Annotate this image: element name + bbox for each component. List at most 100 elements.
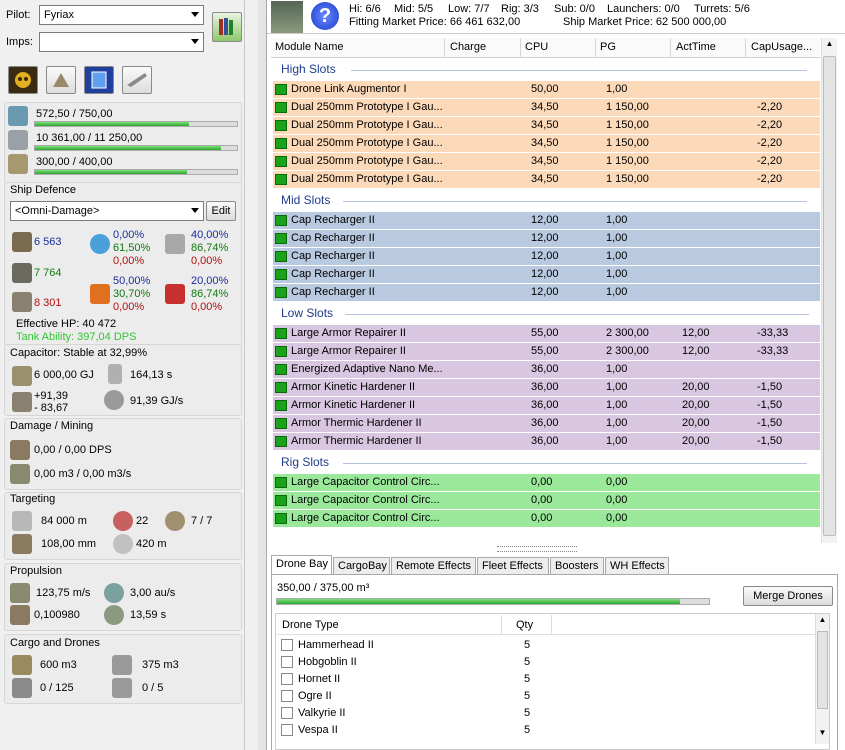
damage-profile-select[interactable]: <Omni-Damage> [10, 201, 204, 221]
module-row[interactable]: Cap Recharger II 12,00 1,00 [273, 212, 820, 229]
module-row[interactable]: Energized Adaptive Nano Me... 36,00 1,00 [273, 361, 820, 378]
module-row[interactable]: Cap Recharger II 12,00 1,00 [273, 266, 820, 283]
capacitor-title: Capacitor: Stable at 32,99% [10, 347, 147, 359]
module-row[interactable]: Large Capacitor Control Circ... 0,00 0,00 [273, 492, 820, 509]
ship-browser-button[interactable] [122, 66, 152, 94]
cap-delta-minus: - 83,67 [34, 402, 69, 414]
drone-skills-button[interactable] [46, 66, 76, 94]
module-state-icon[interactable] [275, 418, 287, 429]
drone-row[interactable]: Hammerhead II 5 [275, 637, 805, 654]
module-row[interactable]: Dual 250mm Prototype I Gau... 34,50 1 150,… [273, 99, 820, 116]
col-pg[interactable]: PG [600, 41, 616, 53]
module-state-icon[interactable] [275, 233, 287, 244]
drone-checkbox[interactable] [281, 639, 293, 651]
module-state-icon[interactable] [275, 269, 287, 280]
module-state-icon[interactable] [275, 156, 287, 167]
scroll-thumb[interactable] [823, 56, 836, 536]
module-row[interactable]: Armor Kinetic Hardener II 36,00 1,00 20,00 -… [273, 379, 820, 396]
col-drone-type[interactable]: Drone Type [282, 619, 339, 631]
module-row[interactable]: Large Capacitor Control Circ... 0,00 0,00 [273, 510, 820, 527]
module-state-icon[interactable] [275, 495, 287, 506]
drone-qty: 5 [524, 656, 531, 668]
module-state-icon[interactable] [275, 346, 287, 357]
tab-remote-effects[interactable]: Remote Effects [391, 557, 476, 575]
module-row[interactable]: Dual 250mm Prototype I Gau... 34,50 1 150,… [273, 135, 820, 152]
tab-wh-effects[interactable]: WH Effects [605, 557, 669, 575]
drones-active-icon [112, 678, 132, 698]
module-state-icon[interactable] [275, 120, 287, 131]
pilot-skills-button[interactable] [8, 66, 38, 94]
cap-capacity: 6 000,00 GJ [34, 369, 94, 381]
splitter[interactable] [258, 0, 266, 750]
module-row[interactable]: Dual 250mm Prototype I Gau... 34,50 1 150,… [273, 153, 820, 170]
scroll-up-icon[interactable]: ▲ [816, 615, 829, 629]
module-state-icon[interactable] [275, 477, 287, 488]
module-row[interactable]: Cap Recharger II 12,00 1,00 [273, 284, 820, 301]
module-row[interactable]: Dual 250mm Prototype I Gau... 34,50 1 150,… [273, 117, 820, 134]
module-state-icon[interactable] [275, 436, 287, 447]
drone-scroll-thumb[interactable] [817, 631, 828, 709]
tab-boosters[interactable]: Boosters [550, 557, 604, 575]
drone-row[interactable]: Valkyrie II 5 [275, 705, 805, 722]
drone-checkbox[interactable] [281, 707, 293, 719]
module-scrollbar[interactable]: ▲ [821, 38, 837, 543]
drone-scrollbar[interactable]: ▲ ▼ [815, 614, 829, 744]
split-handle[interactable] [497, 546, 577, 552]
col-acttime[interactable]: ActTime [676, 41, 716, 53]
module-state-icon[interactable] [275, 382, 287, 393]
module-state-icon[interactable] [275, 251, 287, 262]
edit-profile-button[interactable]: Edit [206, 201, 236, 221]
col-cpu[interactable]: CPU [525, 41, 548, 53]
help-icon[interactable]: ? [311, 2, 339, 30]
drone-checkbox[interactable] [281, 724, 293, 736]
drone-checkbox[interactable] [281, 690, 293, 702]
module-state-icon[interactable] [275, 287, 287, 298]
tab-drone-bay[interactable]: Drone Bay [271, 555, 332, 575]
imps-select[interactable] [39, 32, 204, 52]
drone-checkbox[interactable] [281, 673, 293, 685]
module-state-icon[interactable] [275, 84, 287, 95]
implant-browser-button[interactable] [212, 12, 242, 42]
module-state-icon[interactable] [275, 513, 287, 524]
module-state-icon[interactable] [275, 328, 287, 339]
module-state-icon[interactable] [275, 364, 287, 375]
drone-checkbox[interactable] [281, 656, 293, 668]
scroll-down-icon[interactable]: ▼ [816, 728, 829, 742]
module-row[interactable]: Armor Kinetic Hardener II 36,00 1,00 20,00 -… [273, 397, 820, 414]
cap-delta-icon [12, 392, 32, 412]
drone-row[interactable]: Hobgoblin II 5 [275, 654, 805, 671]
module-state-icon[interactable] [275, 400, 287, 411]
module-state-icon[interactable] [275, 138, 287, 149]
module-row[interactable]: Dual 250mm Prototype I Gau... 34,50 1 150,… [273, 171, 820, 188]
module-row[interactable]: Large Armor Repairer II 55,00 2 300,00 12,0… [273, 343, 820, 360]
col-module-name[interactable]: Module Name [275, 41, 343, 53]
powergrid-value: 10 361,00 / 11 250,00 [36, 132, 143, 144]
module-row[interactable]: Large Capacitor Control Circ... 0,00 0,00 [273, 474, 820, 491]
tab-fleet-effects[interactable]: Fleet Effects [477, 557, 549, 575]
tab-cargobay[interactable]: CargoBay [333, 557, 390, 575]
ship-info-button[interactable] [84, 66, 114, 94]
module-state-icon[interactable] [275, 215, 287, 226]
module-row[interactable]: Armor Thermic Hardener II 36,00 1,00 20,00 -… [273, 433, 820, 450]
module-row[interactable]: Drone Link Augmentor I 50,00 1,00 [273, 81, 820, 98]
module-state-icon[interactable] [275, 174, 287, 185]
drone-row[interactable]: Hornet II 5 [275, 671, 805, 688]
pilot-select[interactable]: Fyriax [39, 5, 204, 25]
module-row[interactable]: Large Armor Repairer II 55,00 2 300,00 12,0… [273, 325, 820, 342]
drone-row[interactable]: Ogre II 5 [275, 688, 805, 705]
module-state-icon[interactable] [275, 102, 287, 113]
module-row[interactable]: Cap Recharger II 12,00 1,00 [273, 230, 820, 247]
col-qty[interactable]: Qty [516, 619, 533, 631]
drone-row[interactable]: Vespa II 5 [275, 722, 805, 739]
module-cell-name: Large Armor Repairer II [291, 327, 406, 339]
col-capusage[interactable]: CapUsage... [751, 41, 812, 53]
merge-drones-button[interactable]: Merge Drones [743, 586, 833, 606]
scroll-up-icon[interactable]: ▲ [823, 39, 836, 55]
pilot-value: Fyriax [44, 9, 74, 21]
drone-bay-capacity: 375 m3 [142, 659, 179, 671]
warp-speed: 3,00 au/s [130, 587, 176, 599]
calibration-value: 300,00 / 400,00 [36, 156, 113, 168]
col-charge[interactable]: Charge [450, 41, 486, 53]
module-row[interactable]: Armor Thermic Hardener II 36,00 1,00 20,00 -… [273, 415, 820, 432]
module-row[interactable]: Cap Recharger II 12,00 1,00 [273, 248, 820, 265]
